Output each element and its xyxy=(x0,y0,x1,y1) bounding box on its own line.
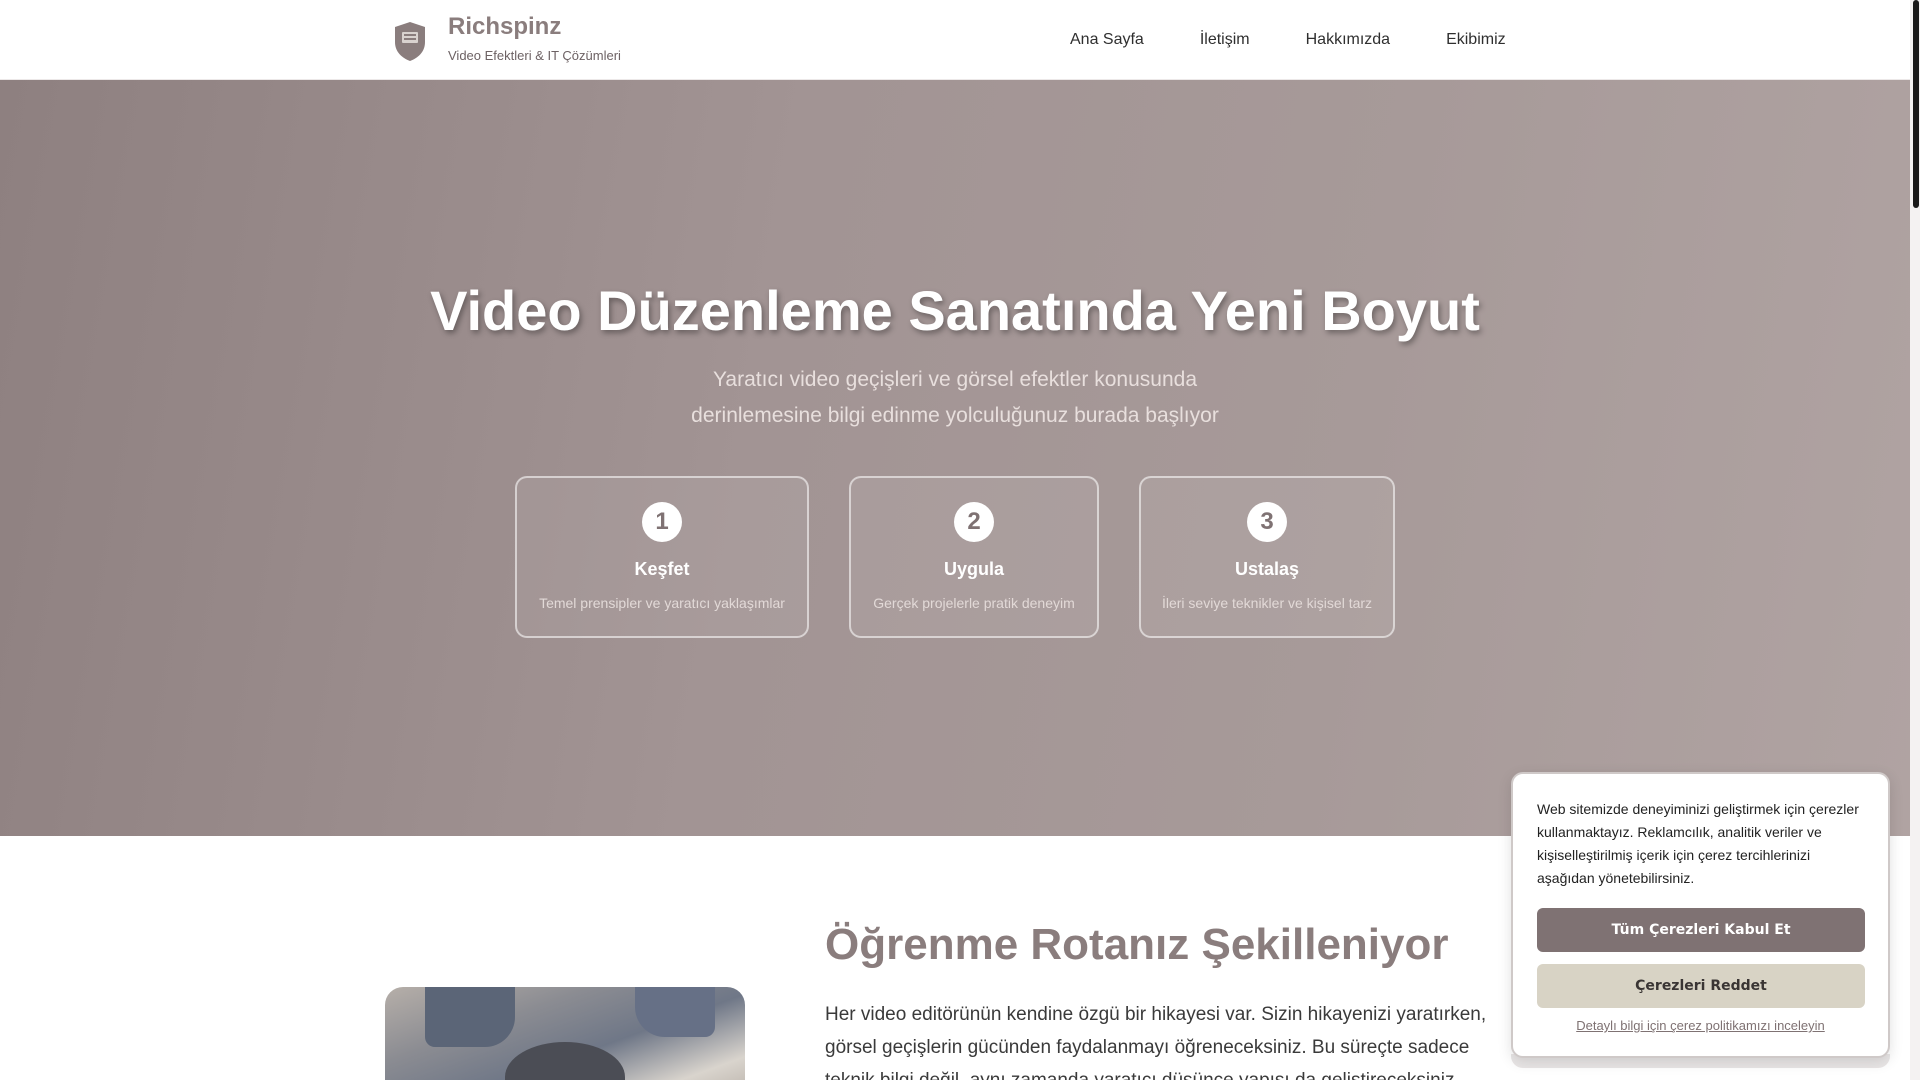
nav-about[interactable]: Hakkımızda xyxy=(1306,30,1390,50)
main-nav: Ana Sayfa İletişim Hakkımızda Ekibimiz xyxy=(1070,30,1506,50)
cookie-text: Web sitemizde deneyiminizi geliştirmek i… xyxy=(1537,801,1859,886)
hero-subtitle-line-2: derinlemesine bilgi edinme yolculuğunuz … xyxy=(691,404,1219,427)
brand[interactable]: Richspinz Video Efektleri & IT Çözümleri xyxy=(392,12,621,64)
hero-title: Video Düzenleme Sanatında Yeni Boyut xyxy=(430,279,1480,342)
step-card-discover: 1 Keşfet Temel prensipler ve yaratıcı ya… xyxy=(515,476,809,638)
hero-section: Video Düzenleme Sanatında Yeni Boyut Yar… xyxy=(0,80,1910,836)
accept-all-cookies-button[interactable]: Tüm Çerezleri Kabul Et xyxy=(1537,908,1865,952)
cookie-banner: Web sitemizde deneyiminizi geliştirmek i… xyxy=(1511,772,1890,1058)
hero-subtitle-line-1: Yaratıcı video geçişleri ve görsel efekt… xyxy=(712,368,1198,391)
shield-icon xyxy=(395,22,425,61)
learning-title: Öğrenme Rotanız Şekilleniyor xyxy=(825,920,1449,969)
cookie-policy-link[interactable]: Detaylı bilgi için çerez politikamızı in… xyxy=(1513,1018,1888,1033)
nav-contact[interactable]: İletişim xyxy=(1200,30,1250,50)
learning-text: Her video editörünün kendine özgü bir hi… xyxy=(825,1004,1487,1080)
nav-home[interactable]: Ana Sayfa xyxy=(1070,30,1144,50)
site-header: Richspinz Video Efektleri & IT Çözümleri… xyxy=(0,0,1910,80)
nav-team[interactable]: Ekibimiz xyxy=(1446,30,1506,50)
brand-name: Richspinz xyxy=(448,13,562,40)
step-card-master: 3 Ustalaş İleri seviye teknikler ve kişi… xyxy=(1139,476,1395,638)
learning-photo xyxy=(385,987,745,1080)
step-number: 3 xyxy=(1247,502,1287,542)
step-title: Ustalaş xyxy=(1234,559,1300,579)
step-number: 2 xyxy=(954,502,994,542)
hero-subtitle: Yaratıcı video geçişleri ve görsel efekt… xyxy=(655,362,1255,434)
page-scrollbar[interactable] xyxy=(1910,0,1920,1080)
reject-cookies-button[interactable]: Çerezleri Reddet xyxy=(1537,964,1865,1008)
step-description: Temel prensipler ve yaratıcı yaklaşımlar xyxy=(539,595,785,611)
brand-tagline: Video Efektleri & IT Çözümleri xyxy=(448,48,621,63)
step-description: İleri seviye teknikler ve kişisel tarz xyxy=(1161,595,1373,611)
step-description: Gerçek projelerle pratik deneyim xyxy=(873,595,1075,611)
step-number: 1 xyxy=(642,502,682,542)
step-card-apply: 2 Uygula Gerçek projelerle pratik deneyi… xyxy=(849,476,1099,638)
scrollbar-thumb[interactable] xyxy=(1913,0,1919,208)
step-title: Uygula xyxy=(943,559,1004,579)
step-title: Keşfet xyxy=(634,559,690,579)
